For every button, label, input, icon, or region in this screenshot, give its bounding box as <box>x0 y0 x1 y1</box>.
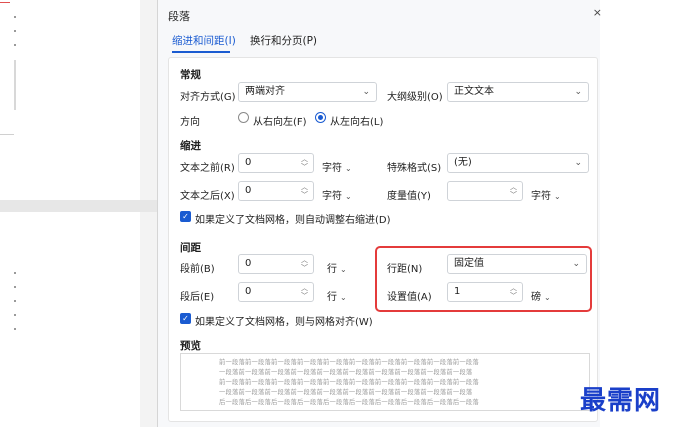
grid-mark <box>14 30 16 32</box>
indent-before-stepper[interactable]: 0 ︿ ﹀ <box>238 153 314 173</box>
alignment-select[interactable]: 两端对齐 ⌄ <box>238 82 377 102</box>
special-format-select[interactable]: (无) ⌄ <box>447 153 589 173</box>
ruler-mark <box>0 134 14 135</box>
tab-indent-spacing[interactable]: 缩进和间距(I) <box>172 33 236 48</box>
chevron-down-icon: ⌄ <box>574 158 582 168</box>
chevron-down-icon: ⌄ <box>345 192 352 201</box>
stepper-arrows-icon[interactable]: ︿ ﹀ <box>301 284 308 300</box>
outline-level-value: 正文文本 <box>454 86 494 97</box>
indent-after-value: 0 <box>245 185 252 196</box>
site-watermark: 最需网 <box>580 386 662 416</box>
space-after-unit[interactable]: 行 ⌄ <box>327 288 347 303</box>
indent-after-label: 文本之后(X) <box>180 191 235 202</box>
space-before-label: 段前(B) <box>180 264 215 275</box>
indent-before-value: 0 <box>245 157 252 168</box>
chevron-down-icon: ⌄ <box>345 164 352 173</box>
active-tab-indicator <box>172 51 230 53</box>
indent-after-unit[interactable]: 字符 ⌄ <box>322 187 352 202</box>
space-after-value: 0 <box>245 286 252 297</box>
section-general-heading: 常规 <box>180 69 201 81</box>
measure-label: 度量值(Y) <box>387 191 431 202</box>
snap-grid-label: 如果定义了文档网格，则与网格对齐(W) <box>195 317 373 328</box>
stepper-arrows-icon[interactable]: ︿ ﹀ <box>510 183 517 199</box>
section-preview-heading: 预览 <box>180 340 201 352</box>
alignment-label: 对齐方式(G) <box>180 92 236 103</box>
chevron-down-icon: ⌄ <box>362 87 370 97</box>
chevron-down-icon: ⌄ <box>554 192 561 201</box>
grid-mark <box>14 300 16 302</box>
measure-unit[interactable]: 字符 ⌄ <box>531 187 561 202</box>
preview-line: 前一段落前一段落前一段落前一段落前一段落前一段落前一段落前一段落前一段落前一段落 <box>219 379 479 386</box>
chevron-down-icon: ⌄ <box>340 293 347 302</box>
grid-mark <box>14 272 16 274</box>
dialog-title: 段落 <box>168 10 190 23</box>
grid-mark <box>14 286 16 288</box>
ruler-mark <box>14 60 16 110</box>
auto-adjust-label: 如果定义了文档网格，则自动调整右缩进(D) <box>195 215 391 226</box>
ltr-label: 从左向右(L) <box>330 117 384 128</box>
rtl-radio[interactable] <box>238 112 249 123</box>
special-format-value: (无) <box>454 157 472 168</box>
grid-mark <box>14 314 16 316</box>
space-after-stepper[interactable]: 0 ︿ ﹀ <box>238 282 314 302</box>
outline-level-label: 大纲级别(O) <box>387 92 443 103</box>
section-spacing-heading: 间距 <box>180 242 201 254</box>
outline-level-select[interactable]: 正文文本 ⌄ <box>447 82 589 102</box>
stepper-arrows-icon[interactable]: ︿ ﹀ <box>301 256 308 272</box>
section-indent-heading: 缩进 <box>180 140 201 152</box>
highlight-box <box>375 246 592 312</box>
ltr-radio[interactable] <box>315 112 326 123</box>
preview-box: 前一段落前一段落前一段落前一段落前一段落前一段落前一段落前一段落前一段落前一段落… <box>180 353 590 411</box>
preview-line: 后一段落后一段落后一段落后一段落后一段落后一段落后一段落后一段落后一段落后一段落 <box>219 399 479 406</box>
chevron-down-icon: ⌄ <box>340 265 347 274</box>
preview-line: 前一段落前一段落前一段落前一段落前一段落前一段落前一段落前一段落前一段落前一段落 <box>219 359 479 366</box>
close-icon[interactable]: × <box>593 6 602 19</box>
chevron-down-icon: ⌄ <box>574 87 582 97</box>
indent-before-label: 文本之前(R) <box>180 163 235 174</box>
stepper-arrows-icon[interactable]: ︿ ﹀ <box>301 183 308 199</box>
preview-line: 一段落前一段落前一段落前一段落前一段落前一段落前一段落前一段落前一段落前一段落 <box>219 369 473 376</box>
stepper-arrows-icon[interactable]: ︿ ﹀ <box>301 155 308 171</box>
indent-after-stepper[interactable]: 0 ︿ ﹀ <box>238 181 314 201</box>
snap-grid-checkbox[interactable]: ✓ <box>180 313 191 324</box>
alignment-value: 两端对齐 <box>245 86 285 97</box>
space-before-unit[interactable]: 行 ⌄ <box>327 260 347 275</box>
red-mark <box>0 2 10 3</box>
measure-stepper[interactable]: ︿ ﹀ <box>447 181 523 201</box>
grid-mark <box>14 328 16 330</box>
grid-mark <box>14 16 16 18</box>
auto-adjust-checkbox[interactable]: ✓ <box>180 211 191 222</box>
space-after-label: 段后(E) <box>180 292 215 303</box>
space-before-value: 0 <box>245 258 252 269</box>
page-gap <box>0 200 157 212</box>
space-before-stepper[interactable]: 0 ︿ ﹀ <box>238 254 314 274</box>
document-page <box>0 0 140 200</box>
grid-mark <box>14 44 16 46</box>
preview-line: 一段落前一段落前一段落前一段落前一段落前一段落前一段落前一段落前一段落前一段落 <box>219 389 473 396</box>
direction-label: 方向 <box>180 117 200 128</box>
tab-line-page-breaks[interactable]: 换行和分页(P) <box>250 33 317 48</box>
indent-before-unit[interactable]: 字符 ⌄ <box>322 159 352 174</box>
document-page <box>0 212 140 427</box>
special-format-label: 特殊格式(S) <box>387 163 442 174</box>
rtl-label: 从右向左(F) <box>253 117 307 128</box>
